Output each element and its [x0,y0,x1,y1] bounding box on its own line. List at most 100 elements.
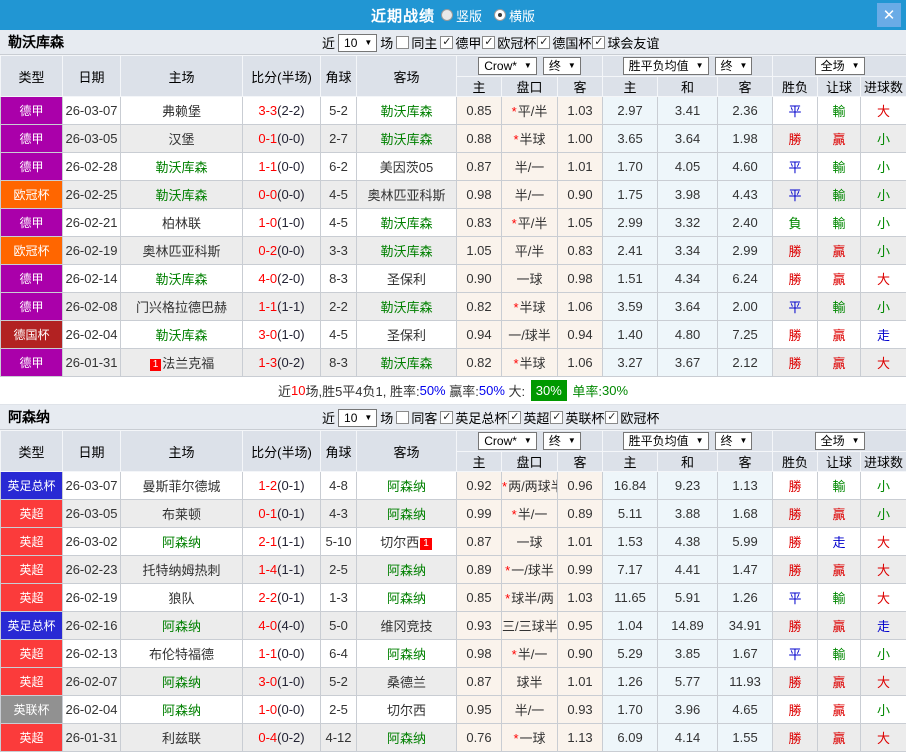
away-team[interactable]: 圣保利 [357,321,457,349]
same-venue-checkbox[interactable]: 同主 [396,33,437,52]
league-filter-checkbox[interactable]: 欧冠杯 [605,408,659,427]
table-row[interactable]: 英超 26-02-07 阿森纳 3-0(1-0) 5-2 桑德兰 0.87 球半… [1,668,906,696]
table-row[interactable]: 英超 26-02-13 布伦特福德 1-1(0-0) 6-4 阿森纳 0.98 … [1,640,906,668]
away-team[interactable]: 勒沃库森 [357,293,457,321]
table-row[interactable]: 德国杯 26-02-04 勒沃库森 3-0(1-0) 4-5 圣保利 0.94 … [1,321,906,349]
table-row[interactable]: 德甲 26-02-21 柏林联 1-0(1-0) 4-5 勒沃库森 0.83 *… [1,209,906,237]
close-button[interactable]: ✕ [877,3,901,27]
recent-count-select[interactable]: 10▼ [338,34,377,52]
home-team[interactable]: 门兴格拉德巴赫 [121,293,243,321]
home-team[interactable]: 布莱顿 [121,500,243,528]
league-filter-checkbox[interactable]: 英超 [508,408,549,427]
odds-away: 0.89 [558,500,603,528]
away-team[interactable]: 切尔西 [357,696,457,724]
scope-select[interactable]: 全场▼ [815,432,865,450]
away-team[interactable]: 阿森纳 [357,640,457,668]
subcol-avg-draw: 和 [658,452,718,472]
score-cell: 4-0(4-0) [243,612,321,640]
league-filter-checkbox[interactable]: 英联杯 [550,408,604,427]
home-team[interactable]: 阿森纳 [121,696,243,724]
home-team[interactable]: 布伦特福德 [121,640,243,668]
league-filter-checkbox[interactable]: 欧冠杯 [482,33,536,52]
league-filter-checkbox[interactable]: 德甲 [440,33,481,52]
subcol-avg-home: 主 [603,77,658,97]
table-row[interactable]: 德甲 26-01-31 1法兰克福 1-3(0-2) 8-3 勒沃库森 0.82… [1,349,906,377]
home-team[interactable]: 汉堡 [121,125,243,153]
handicap: 半/一 [502,696,558,724]
odds-source-select[interactable]: Crow*▼ [478,432,537,450]
league-filter-checkbox[interactable]: 德国杯 [537,33,591,52]
away-team[interactable]: 奥林匹亚科斯 [357,181,457,209]
home-team[interactable]: 阿森纳 [121,612,243,640]
chevron-down-icon: ▼ [524,59,532,73]
corner-score: 8-3 [321,265,357,293]
away-team[interactable]: 勒沃库森 [357,209,457,237]
away-team[interactable]: 桑德兰 [357,668,457,696]
home-team[interactable]: 勒沃库森 [121,321,243,349]
odds-final-select[interactable]: 终▼ [543,432,581,450]
table-row[interactable]: 欧冠杯 26-02-19 奥林匹亚科斯 0-2(0-0) 3-3 勒沃库森 1.… [1,237,906,265]
version-radio[interactable]: 竖版 [441,6,482,25]
away-team[interactable]: 阿森纳 [357,724,457,752]
away-team[interactable]: 勒沃库森 [357,125,457,153]
away-team[interactable]: 阿森纳 [357,584,457,612]
table-row[interactable]: 英超 26-03-05 布莱顿 0-1(0-1) 4-3 阿森纳 0.99 *半… [1,500,906,528]
avg-final-select[interactable]: 终▼ [715,57,753,75]
home-team[interactable]: 1法兰克福 [121,349,243,377]
home-team[interactable]: 勒沃库森 [121,153,243,181]
home-team[interactable]: 弗赖堡 [121,97,243,125]
home-team[interactable]: 勒沃库森 [121,181,243,209]
table-row[interactable]: 欧冠杯 26-02-25 勒沃库森 0-0(0-0) 4-5 奥林匹亚科斯 0.… [1,181,906,209]
recent-count-select[interactable]: 10▼ [338,409,377,427]
home-team[interactable]: 阿森纳 [121,528,243,556]
home-team[interactable]: 奥林匹亚科斯 [121,237,243,265]
away-team[interactable]: 阿森纳 [357,500,457,528]
away-team[interactable]: 勒沃库森 [357,97,457,125]
away-team[interactable]: 切尔西1 [357,528,457,556]
home-team[interactable]: 勒沃库森 [121,265,243,293]
version-radio[interactable]: 横版 [494,6,535,25]
odds-final-select[interactable]: 终▼ [543,57,581,75]
home-team[interactable]: 阿森纳 [121,668,243,696]
away-team[interactable]: 勒沃库森 [357,237,457,265]
corner-score: 6-2 [321,153,357,181]
section-header: 阿森纳 近 10▼ 场 同客 英足总杯英超英联杯欧冠杯 [0,405,906,430]
away-team[interactable]: 阿森纳 [357,472,457,500]
table-row[interactable]: 德甲 26-03-07 弗赖堡 3-3(2-2) 5-2 勒沃库森 0.85 *… [1,97,906,125]
home-team[interactable]: 曼斯菲尔德城 [121,472,243,500]
table-row[interactable]: 英足总杯 26-03-07 曼斯菲尔德城 1-2(0-1) 4-8 阿森纳 0.… [1,472,906,500]
table-row[interactable]: 德甲 26-03-05 汉堡 0-1(0-0) 2-7 勒沃库森 0.88 *半… [1,125,906,153]
league-filter-checkbox[interactable]: 英足总杯 [440,408,507,427]
odds-source-select[interactable]: Crow*▼ [478,57,537,75]
away-team[interactable]: 勒沃库森 [357,349,457,377]
table-row[interactable]: 英超 26-02-19 狼队 2-2(0-1) 1-3 阿森纳 0.85 *球半… [1,584,906,612]
avg-away: 1.98 [718,125,773,153]
away-team[interactable]: 维冈竞技 [357,612,457,640]
away-team[interactable]: 圣保利 [357,265,457,293]
table-row[interactable]: 德甲 26-02-08 门兴格拉德巴赫 1-1(1-1) 2-2 勒沃库森 0.… [1,293,906,321]
score-cell: 1-3(0-2) [243,349,321,377]
home-team[interactable]: 利兹联 [121,724,243,752]
avg-final-select[interactable]: 终▼ [715,432,753,450]
avg-source-select[interactable]: 胜平负均值▼ [623,57,709,75]
table-row[interactable]: 英联杯 26-02-04 阿森纳 1-0(0-0) 2-5 切尔西 0.95 半… [1,696,906,724]
home-team[interactable]: 托特纳姆热刺 [121,556,243,584]
league-filter-checkbox[interactable]: 球会友谊 [592,33,659,52]
avg-source-select[interactable]: 胜平负均值▼ [623,432,709,450]
result-handicap: 贏 [818,668,861,696]
home-team[interactable]: 狼队 [121,584,243,612]
result-outcome: 勝 [773,237,818,265]
table-row[interactable]: 英超 26-01-31 利兹联 0-4(0-2) 4-12 阿森纳 0.76 *… [1,724,906,752]
away-team[interactable]: 美因茨05 [357,153,457,181]
table-row[interactable]: 英足总杯 26-02-16 阿森纳 4-0(4-0) 5-0 维冈竞技 0.93… [1,612,906,640]
table-row[interactable]: 英超 26-02-23 托特纳姆热刺 1-4(1-1) 2-5 阿森纳 0.89… [1,556,906,584]
result-outcome: 平 [773,181,818,209]
same-venue-checkbox[interactable]: 同客 [396,408,437,427]
table-row[interactable]: 英超 26-03-02 阿森纳 2-1(1-1) 5-10 切尔西1 0.87 … [1,528,906,556]
home-team[interactable]: 柏林联 [121,209,243,237]
table-row[interactable]: 德甲 26-02-28 勒沃库森 1-1(0-0) 6-2 美因茨05 0.87… [1,153,906,181]
result-goals: 小 [861,696,906,724]
scope-select[interactable]: 全场▼ [815,57,865,75]
table-row[interactable]: 德甲 26-02-14 勒沃库森 4-0(2-0) 8-3 圣保利 0.90 一… [1,265,906,293]
away-team[interactable]: 阿森纳 [357,556,457,584]
